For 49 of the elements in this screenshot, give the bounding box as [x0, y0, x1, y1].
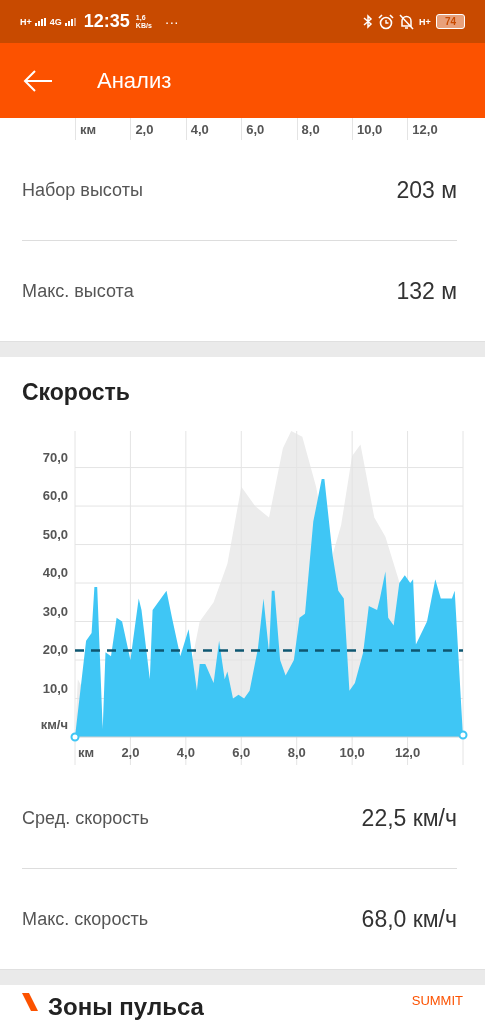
x-axis-label: 4,0 — [176, 745, 195, 760]
section-title: Зоны пульса — [48, 993, 204, 1021]
stat-label: Макс. скорость — [22, 908, 149, 930]
x-axis-label: 2,0 — [121, 745, 140, 760]
chevron-logo-icon — [22, 993, 38, 1011]
y-axis-label: 60,0 — [42, 488, 68, 504]
axis-label: 10,0 — [356, 121, 383, 137]
network-label: H+ — [20, 16, 32, 27]
start-marker — [70, 732, 80, 742]
y-axis-label: 20,0 — [42, 642, 68, 657]
battery-indicator: 74 — [435, 14, 465, 29]
y-axis-label: 40,0 — [42, 565, 68, 581]
signal-icon — [64, 17, 77, 26]
signal-icon — [34, 17, 47, 26]
y-axis-unit: км/ч — [40, 717, 68, 732]
x-axis-unit: км — [78, 745, 95, 760]
stat-label: Набор высоты — [22, 179, 143, 201]
end-marker — [458, 730, 468, 740]
x-axis-label: 6,0 — [232, 745, 251, 760]
network-label: 4G — [49, 16, 62, 27]
y-axis-label: 10,0 — [42, 680, 68, 696]
axis-label: 6,0 — [246, 121, 265, 137]
y-axis-label: 70,0 — [42, 449, 68, 465]
x-axis-label: 10,0 — [339, 745, 365, 760]
screen-title: Анализ — [97, 67, 172, 94]
axis-label: 2,0 — [135, 121, 154, 137]
bell-off-icon — [399, 13, 415, 30]
axis-label: км — [80, 121, 97, 137]
y-axis-label: 30,0 — [42, 603, 68, 619]
stat-value: 68,0 км/ч — [361, 905, 457, 933]
stat-value: 22,5 км/ч — [361, 804, 457, 832]
bluetooth-icon — [363, 14, 374, 29]
axis-label: 8,0 — [301, 121, 320, 137]
stat-value: 132 м — [396, 277, 457, 305]
section-title: Скорость — [21, 378, 131, 407]
stat-label: Сред. скорость — [22, 807, 149, 829]
x-axis-label: 12,0 — [394, 745, 421, 760]
network-label: H+ — [419, 16, 431, 27]
stat-value: 203 м — [396, 176, 457, 204]
axis-label: 12,0 — [412, 121, 438, 137]
axis-label: 4,0 — [190, 121, 209, 137]
y-axis-label: 50,0 — [42, 526, 68, 542]
alarm-icon — [378, 13, 395, 30]
x-axis-label: 8,0 — [287, 745, 306, 760]
stat-label: Макс. высота — [22, 280, 134, 302]
back-button[interactable] — [23, 69, 53, 92]
more-notifications: ··· — [164, 13, 179, 30]
clock: 12:35 — [83, 11, 130, 32]
summit-label: SUMMIT — [411, 993, 463, 1008]
